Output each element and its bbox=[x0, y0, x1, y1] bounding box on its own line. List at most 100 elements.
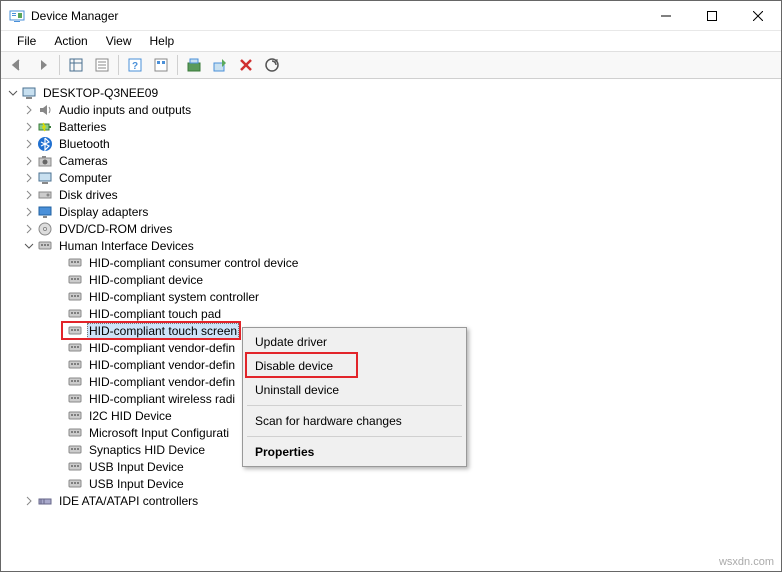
device-label[interactable]: USB Input Device bbox=[87, 477, 186, 491]
expander-icon[interactable] bbox=[21, 153, 37, 169]
tree-category[interactable]: Disk drives bbox=[3, 186, 781, 203]
tree-category[interactable]: Cameras bbox=[3, 152, 781, 169]
hid-icon bbox=[67, 340, 83, 356]
device-label[interactable]: HID-compliant touch screen bbox=[87, 323, 239, 339]
tree-category[interactable]: IDE ATA/ATAPI controllers bbox=[3, 492, 781, 509]
update-driver-button[interactable] bbox=[182, 53, 206, 77]
computer-icon bbox=[21, 85, 37, 101]
category-label[interactable]: Computer bbox=[57, 171, 114, 185]
expander-icon[interactable] bbox=[21, 136, 37, 152]
hid-icon bbox=[67, 272, 83, 288]
expander-icon[interactable] bbox=[21, 493, 37, 509]
collapse-icon[interactable] bbox=[5, 85, 21, 101]
expander-icon[interactable] bbox=[21, 204, 37, 220]
device-label[interactable]: USB Input Device bbox=[87, 460, 186, 474]
device-label[interactable]: HID-compliant vendor-defin bbox=[87, 375, 237, 389]
category-label[interactable]: Disk drives bbox=[57, 188, 120, 202]
expander-icon[interactable] bbox=[21, 102, 37, 118]
category-label[interactable]: Human Interface Devices bbox=[57, 239, 196, 253]
hid-icon bbox=[67, 374, 83, 390]
disk-icon bbox=[37, 187, 53, 203]
expander-icon[interactable] bbox=[21, 238, 37, 254]
tree-category[interactable]: Human Interface Devices bbox=[3, 237, 781, 254]
device-label[interactable]: HID-compliant consumer control device bbox=[87, 256, 300, 270]
device-label[interactable]: HID-compliant vendor-defin bbox=[87, 358, 237, 372]
minimize-button[interactable] bbox=[643, 1, 689, 31]
tree-device[interactable]: HID-compliant consumer control device bbox=[3, 254, 781, 271]
hid-icon bbox=[67, 476, 83, 492]
computer-icon bbox=[37, 170, 53, 186]
uninstall-device-button[interactable] bbox=[234, 53, 258, 77]
context-menu-item[interactable]: Disable device bbox=[245, 354, 464, 378]
context-menu-item[interactable]: Scan for hardware changes bbox=[245, 409, 464, 433]
ide-icon bbox=[37, 493, 53, 509]
device-label[interactable]: I2C HID Device bbox=[87, 409, 174, 423]
device-label[interactable]: HID-compliant vendor-defin bbox=[87, 341, 237, 355]
root-label[interactable]: DESKTOP-Q3NEE09 bbox=[41, 86, 160, 100]
disable-device-button[interactable] bbox=[208, 53, 232, 77]
tree-device[interactable]: HID-compliant touch pad bbox=[3, 305, 781, 322]
tree-category[interactable]: Bluetooth bbox=[3, 135, 781, 152]
device-tree[interactable]: DESKTOP-Q3NEE09 Audio inputs and outputs B… bbox=[1, 80, 781, 571]
device-manager-window: Device Manager File Action View Help ? D… bbox=[0, 0, 782, 572]
tree-device[interactable]: USB Input Device bbox=[3, 475, 781, 492]
forward-button[interactable] bbox=[31, 53, 55, 77]
category-label[interactable]: Batteries bbox=[57, 120, 108, 134]
device-label[interactable]: Synaptics HID Device bbox=[87, 443, 207, 457]
action-button[interactable] bbox=[149, 53, 173, 77]
hid-icon bbox=[67, 391, 83, 407]
hid-icon bbox=[67, 425, 83, 441]
help-button[interactable]: ? bbox=[123, 53, 147, 77]
camera-icon bbox=[37, 153, 53, 169]
expander-icon[interactable] bbox=[21, 119, 37, 135]
watermark: wsxdn.com bbox=[719, 556, 774, 568]
tree-category[interactable]: Batteries bbox=[3, 118, 781, 135]
device-label[interactable]: HID-compliant system controller bbox=[87, 290, 261, 304]
toolbar-separator bbox=[177, 55, 178, 75]
menubar: File Action View Help bbox=[1, 31, 781, 51]
device-label[interactable]: Microsoft Input Configurati bbox=[87, 426, 231, 440]
category-label[interactable]: Display adapters bbox=[57, 205, 150, 219]
back-button[interactable] bbox=[5, 53, 29, 77]
close-button[interactable] bbox=[735, 1, 781, 31]
titlebar[interactable]: Device Manager bbox=[1, 1, 781, 31]
tree-category[interactable]: Display adapters bbox=[3, 203, 781, 220]
maximize-button[interactable] bbox=[689, 1, 735, 31]
tree-root[interactable]: DESKTOP-Q3NEE09 bbox=[3, 84, 781, 101]
category-label[interactable]: Audio inputs and outputs bbox=[57, 103, 193, 117]
context-menu-item[interactable]: Properties bbox=[245, 440, 464, 464]
device-label[interactable]: HID-compliant wireless radi bbox=[87, 392, 237, 406]
expander-icon[interactable] bbox=[21, 221, 37, 237]
device-label[interactable]: HID-compliant device bbox=[87, 273, 205, 287]
window-controls bbox=[643, 1, 781, 31]
category-label[interactable]: IDE ATA/ATAPI controllers bbox=[57, 494, 200, 508]
show-hide-tree-button[interactable] bbox=[64, 53, 88, 77]
context-menu[interactable]: Update driverDisable deviceUninstall dev… bbox=[242, 327, 467, 467]
tree-category[interactable]: Audio inputs and outputs bbox=[3, 101, 781, 118]
category-label[interactable]: Bluetooth bbox=[57, 137, 112, 151]
toolbar-separator bbox=[59, 55, 60, 75]
properties-button[interactable] bbox=[90, 53, 114, 77]
context-menu-item[interactable]: Update driver bbox=[245, 330, 464, 354]
category-label[interactable]: DVD/CD-ROM drives bbox=[57, 222, 174, 236]
expander-icon[interactable] bbox=[21, 170, 37, 186]
tree-device[interactable]: HID-compliant system controller bbox=[3, 288, 781, 305]
scan-hardware-button[interactable] bbox=[260, 53, 284, 77]
hid-icon bbox=[67, 306, 83, 322]
tree-category[interactable]: DVD/CD-ROM drives bbox=[3, 220, 781, 237]
menu-file[interactable]: File bbox=[9, 32, 44, 50]
context-menu-item[interactable]: Uninstall device bbox=[245, 378, 464, 402]
category-label[interactable]: Cameras bbox=[57, 154, 110, 168]
hid-icon bbox=[67, 323, 83, 339]
device-label[interactable]: HID-compliant touch pad bbox=[87, 307, 223, 321]
hid-icon bbox=[67, 357, 83, 373]
expander-icon[interactable] bbox=[21, 187, 37, 203]
tree-category[interactable]: Computer bbox=[3, 169, 781, 186]
tree-device[interactable]: HID-compliant device bbox=[3, 271, 781, 288]
svg-text:?: ? bbox=[132, 61, 138, 72]
battery-icon bbox=[37, 119, 53, 135]
menu-action[interactable]: Action bbox=[46, 32, 95, 50]
toolbar: ? bbox=[1, 51, 781, 79]
menu-view[interactable]: View bbox=[98, 32, 140, 50]
menu-help[interactable]: Help bbox=[142, 32, 183, 50]
